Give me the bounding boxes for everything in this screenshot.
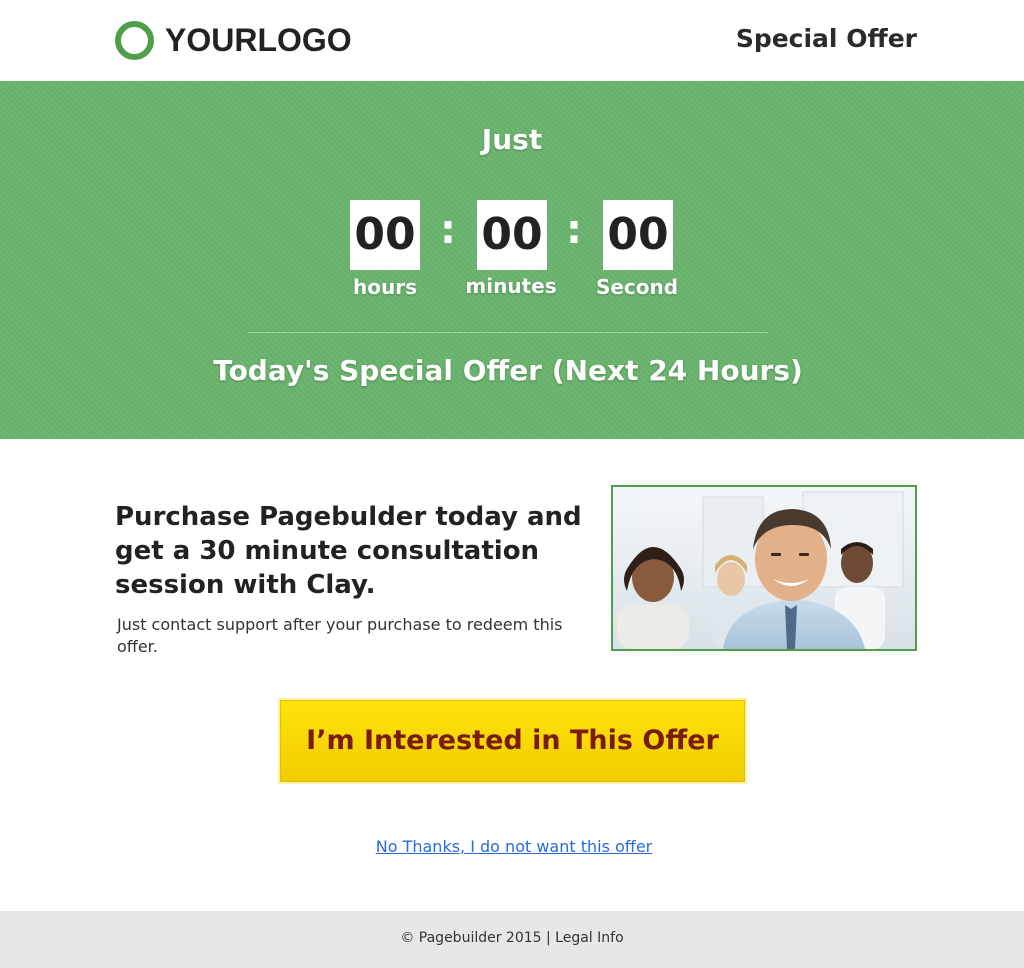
footer-text: © Pagebuilder 2015 | Legal Info (400, 930, 624, 946)
hero-intro: Just (481, 123, 543, 156)
hero-banner: Just 00 : 00 : 00 hours minutes Second T… (0, 81, 1024, 439)
countdown-seconds-label: Second (595, 275, 679, 299)
logo-ring-icon (115, 20, 154, 60)
page-header: YOURLOGO Special Offer (0, 0, 1024, 81)
hero-offer-text: Today's Special Offer (Next 24 Hours) (213, 354, 803, 387)
offer-headline: Purchase Pagebulder today and get a 30 m… (115, 502, 582, 600)
team-photo-illustration (613, 487, 915, 649)
interested-offer-button[interactable]: I’m Interested in This Offer (280, 700, 745, 782)
logo-text: YOURLOGO (165, 22, 352, 58)
hero-divider (248, 332, 768, 333)
countdown-separator: : (566, 207, 582, 253)
logo[interactable]: YOURLOGO (115, 20, 352, 60)
decline-offer-link[interactable]: No Thanks, I do not want this offer (376, 837, 653, 856)
offer-subtext: Just contact support after your purchase… (117, 615, 563, 656)
countdown-minutes-label: minutes (465, 274, 557, 298)
decline-link-container: No Thanks, I do not want this offer (0, 836, 1024, 858)
countdown-separator: : (440, 207, 456, 253)
team-photo (611, 485, 917, 651)
countdown-hours-label: hours (353, 275, 417, 299)
countdown-hours: 00 (350, 200, 420, 270)
page-footer: © Pagebuilder 2015 | Legal Info (0, 911, 1024, 968)
header-title: Special Offer (735, 24, 917, 53)
countdown-seconds: 00 (603, 200, 673, 270)
countdown-minutes: 00 (477, 200, 547, 270)
